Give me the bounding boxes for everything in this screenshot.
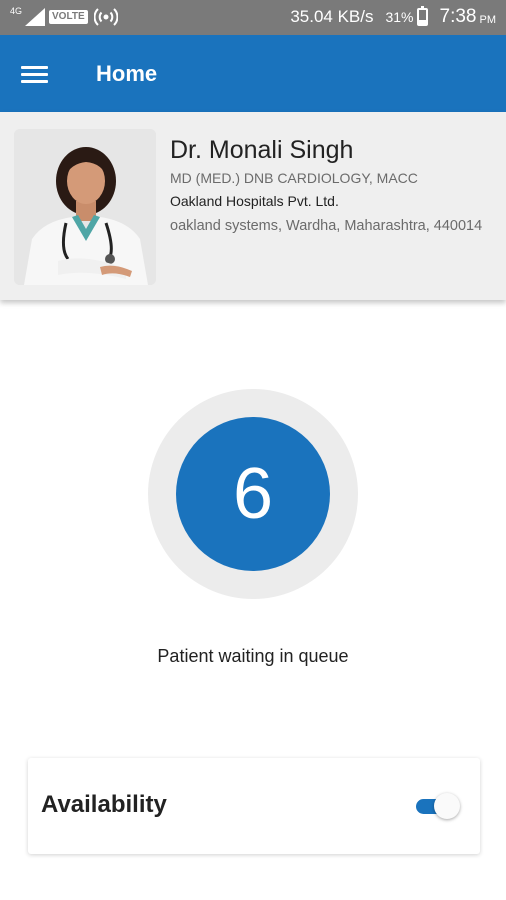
queue-count-badge[interactable]: 6 [176,417,330,571]
doctor-qualification: MD (MED.) DNB CARDIOLOGY, MACC [170,170,418,186]
network-type-label: 4G [10,6,23,16]
toggle-thumb [434,793,460,819]
availability-card: Availability [28,758,480,854]
queue-caption: Patient waiting in queue [157,646,349,666]
status-bar-left: 4G VOLTE [10,6,118,28]
page-title: Home [96,61,158,86]
battery-percent: 31% [385,9,414,25]
clock-ampm: PM [479,13,497,26]
app-bar: Home [0,35,506,112]
status-bar-right: 35.04 KB/s 31% 7:38 PM [290,5,496,29]
doctor-avatar [14,129,156,285]
hamburger-menu-icon[interactable] [21,66,48,84]
doctor-hospital: Oakland Hospitals Pvt. Ltd. [170,193,339,209]
network-speed: 35.04 KB/s [290,7,374,26]
signal-icon [25,8,46,26]
hotspot-icon [93,8,118,26]
battery-fill [418,19,426,24]
doctor-name: Dr. Monali Singh [170,136,354,164]
volte-badge: VOLTE [49,10,88,24]
clock-time: 7:38 [439,6,477,27]
doctor-address: oakland systems, Wardha, Maharashtra, 44… [170,218,483,234]
status-bar: 4G VOLTE 35.04 KB/s 31% 7:38 PM [0,0,506,35]
doctor-profile-card: Dr. Monali Singh MD (MED.) DNB CARDIOLOG… [0,112,506,300]
availability-toggle[interactable] [416,793,460,819]
battery-icon [416,6,428,26]
availability-label: Availability [41,791,167,818]
queue-count-ring: 6 [148,389,358,599]
